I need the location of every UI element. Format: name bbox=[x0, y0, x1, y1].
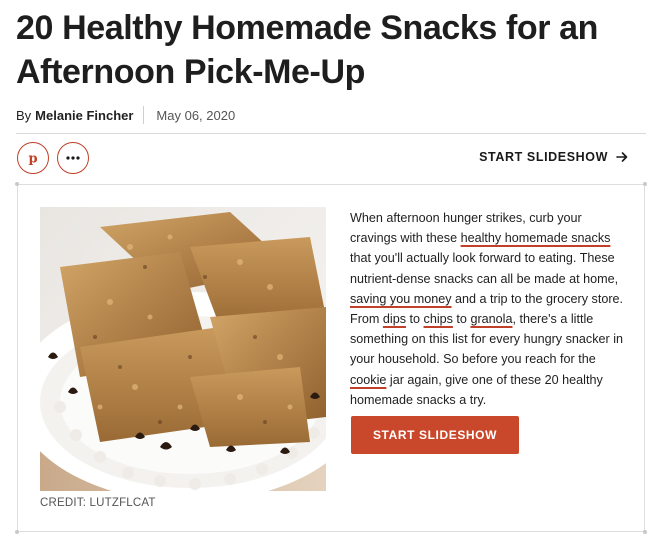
pinterest-share-button[interactable]: p bbox=[17, 142, 49, 174]
description-text: jar again, give one of these 20 healthy … bbox=[350, 372, 603, 407]
link-saving-you-money[interactable]: saving you money bbox=[350, 292, 452, 306]
header-divider bbox=[16, 133, 646, 134]
byline-divider bbox=[143, 106, 145, 124]
byline-prefix: By bbox=[16, 107, 32, 123]
description-text: to bbox=[406, 312, 424, 327]
card-corner-dot bbox=[643, 530, 647, 534]
card-corner-dot bbox=[15, 530, 19, 534]
granola-bars-photo[interactable] bbox=[40, 207, 326, 491]
link-cookie[interactable]: cookie bbox=[350, 373, 386, 387]
link-chips[interactable]: chips bbox=[424, 312, 453, 326]
article-title: 20 Healthy Homemade Snacks for an Aftern… bbox=[16, 9, 599, 91]
description-text: to bbox=[452, 312, 471, 327]
author-name[interactable]: Melanie Fincher bbox=[35, 108, 133, 123]
arrow-right-icon bbox=[616, 151, 628, 163]
start-slideshow-link-label: START SLIDESHOW bbox=[479, 150, 608, 164]
more-dots-icon bbox=[66, 156, 80, 160]
link-dips[interactable]: dips bbox=[383, 312, 406, 326]
image-credit: CREDIT: LUTZFLCAT bbox=[40, 497, 156, 509]
description-text: that you'll actually look forward to eat… bbox=[350, 251, 619, 286]
svg-text:p: p bbox=[28, 152, 37, 167]
pinterest-icon: p bbox=[26, 150, 40, 167]
byline: By Melanie Fincher May 06, 2020 bbox=[16, 106, 235, 124]
slideshow-description: When afternoon hunger strikes, curb your… bbox=[350, 208, 628, 410]
link-granola[interactable]: granola bbox=[470, 312, 512, 326]
card-corner-dot bbox=[643, 182, 647, 186]
publish-date: May 06, 2020 bbox=[156, 107, 236, 123]
start-slideshow-link[interactable]: START SLIDESHOW bbox=[479, 150, 628, 164]
more-share-options-button[interactable] bbox=[57, 142, 89, 174]
card-corner-dot bbox=[15, 182, 19, 186]
start-slideshow-button[interactable]: START SLIDESHOW bbox=[351, 416, 519, 454]
link-healthy-homemade-snacks[interactable]: healthy homemade snacks bbox=[461, 231, 611, 245]
